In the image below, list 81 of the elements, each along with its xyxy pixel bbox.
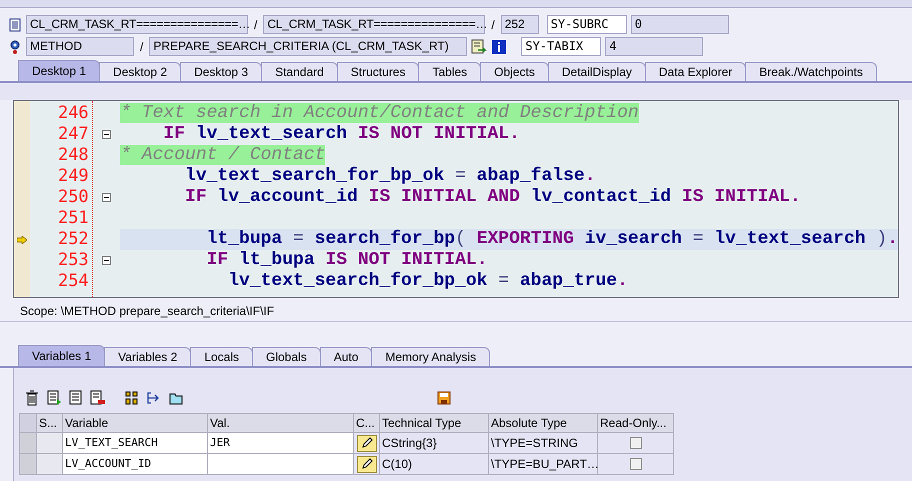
system-field-name: SY-SUBRC (546, 15, 627, 34)
column-header[interactable]: S... (37, 413, 63, 433)
column-header[interactable]: Variable (63, 413, 208, 433)
collapse-icon[interactable] (102, 193, 111, 202)
tab[interactable]: Globals (252, 347, 321, 366)
line-field: 252 (500, 15, 539, 34)
tab[interactable]: Auto (320, 347, 372, 366)
display-source-icon[interactable] (471, 38, 488, 54)
gear-icon (8, 38, 22, 54)
code-line: IF lv_account_id IS INITIAL AND lv_contact_id IS INITIAL. (184, 187, 802, 208)
line-number: 246 (56, 103, 90, 124)
tab[interactable]: Memory Analysis (371, 347, 490, 366)
pencil-icon (360, 437, 372, 449)
list-icon[interactable] (68, 390, 84, 406)
tab[interactable]: Standard (261, 62, 338, 81)
list-add-icon[interactable] (46, 390, 62, 406)
delete-icon[interactable] (24, 390, 40, 406)
scope-label: Scope: \METHOD prepare_search_criteria\IF\IF (0, 300, 912, 322)
tab[interactable]: Tables (418, 62, 482, 81)
line-number: 248 (56, 145, 90, 166)
line-number: 253 (56, 250, 90, 271)
document-icon (8, 18, 22, 32)
tab[interactable]: DetailDisplay (548, 62, 646, 81)
include-field: CL_CRM_TASK_RT===============… (26, 15, 248, 34)
separator: / (490, 16, 496, 34)
info-icon[interactable] (491, 38, 508, 54)
column-header[interactable]: C... (354, 413, 380, 433)
column-header[interactable]: Absolute Type (489, 413, 598, 433)
tab[interactable]: Break./Watchpoints (745, 62, 877, 81)
tab[interactable]: Desktop 2 (99, 62, 182, 81)
line-number: 249 (56, 166, 90, 187)
code-line: lv_text_search_for_bp_ok = abap_true. (227, 271, 629, 292)
select-all-cell[interactable] (19, 413, 37, 433)
variable-cell[interactable]: LV_ACCOUNT_ID (63, 454, 208, 475)
column-header[interactable]: Read-Only... (598, 413, 674, 433)
line-number: 251 (56, 208, 90, 229)
code-editor[interactable] (13, 100, 899, 298)
code-line: lv_text_search_for_bp_ok = abap_false. (184, 166, 597, 187)
tab[interactable]: Data Explorer (644, 62, 746, 81)
edit-button[interactable] (356, 456, 376, 472)
technical-type-cell: C(10) (380, 454, 489, 475)
line-number: 252 (56, 229, 90, 250)
tab[interactable]: Structures (336, 62, 420, 81)
absolute-type-cell: \TYPE=STRING (489, 433, 598, 454)
column-header[interactable]: Technical Type (380, 413, 489, 433)
status-cell (37, 454, 63, 475)
event-type-field: METHOD (26, 37, 134, 56)
collapse-icon[interactable] (102, 256, 111, 265)
tab[interactable]: Locals (190, 347, 253, 366)
system-field-value: 0 (630, 15, 729, 34)
separator: / (139, 38, 144, 56)
list-remove-icon[interactable] (90, 390, 106, 406)
save-icon[interactable] (436, 390, 452, 406)
status-cell (37, 433, 63, 454)
system-field-name: SY-TABIX (521, 37, 602, 56)
line-number: 247 (56, 124, 90, 145)
technical-type-cell: CString{3} (380, 433, 489, 454)
program-field: CL_CRM_TASK_RT===============… (263, 15, 486, 34)
value-cell[interactable] (208, 454, 354, 475)
tab[interactable]: Desktop 1 (18, 60, 100, 81)
event-field: PREPARE_SEARCH_CRITERIA (CL_CRM_TASK_RT) (149, 37, 468, 56)
read-only-checkbox[interactable] (630, 458, 642, 470)
collapse-icon[interactable] (102, 130, 111, 139)
tab[interactable]: Desktop 3 (180, 62, 262, 81)
variable-cell[interactable]: LV_TEXT_SEARCH (63, 433, 208, 454)
system-field-value: 4 (605, 37, 704, 56)
pencil-icon (360, 458, 372, 470)
tab[interactable]: Objects (480, 62, 549, 81)
code-line: IF lv_text_search IS NOT INITIAL. (162, 124, 521, 145)
line-number: 254 (56, 271, 90, 292)
code-line: IF lt_bupa IS NOT INITIAL. (206, 250, 488, 271)
columns-icon[interactable] (124, 390, 140, 406)
tab[interactable]: Variables 2 (104, 347, 192, 366)
absolute-type-cell: \TYPE=BU_PART… (489, 454, 598, 475)
separator: / (253, 16, 258, 34)
edit-button[interactable] (356, 434, 376, 452)
tab[interactable]: Variables 1 (18, 345, 106, 366)
value-cell[interactable]: JER (208, 433, 354, 454)
column-header[interactable]: Val. (208, 413, 354, 433)
read-only-checkbox[interactable] (630, 437, 642, 449)
line-number: 250 (56, 187, 90, 208)
